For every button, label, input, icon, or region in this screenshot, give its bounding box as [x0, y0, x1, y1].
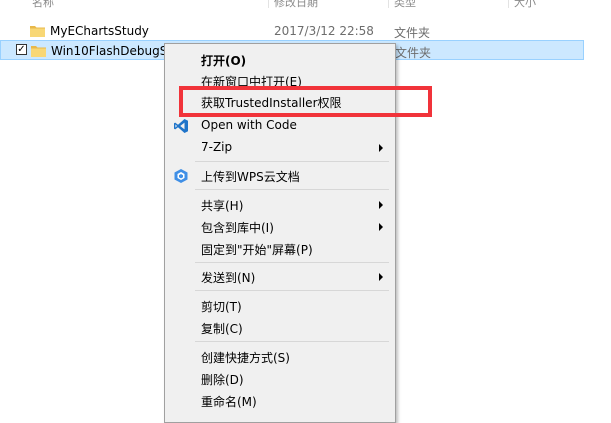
- file-name: Win10FlashDebugSe: [51, 44, 175, 58]
- menu-item-label: 创建快捷方式(S): [201, 351, 290, 365]
- file-row-myechartsstudy[interactable]: MyEChartsStudy 2017/3/12 22:58 文件夹: [0, 21, 584, 41]
- menu-item-include-library[interactable]: 包含到库中(I): [165, 217, 395, 237]
- column-divider[interactable]: [508, 0, 509, 8]
- file-type: 文件夹: [394, 26, 431, 40]
- menu-item-label: 发送到(N): [201, 271, 256, 285]
- column-modified[interactable]: 修改日期: [274, 0, 318, 8]
- vscode-icon: [174, 119, 188, 133]
- menu-item-upload-wps[interactable]: 上传到WPS云文档: [165, 166, 395, 186]
- menu-item-send-to[interactable]: 发送到(N): [165, 267, 395, 287]
- menu-divider: [195, 189, 389, 190]
- column-header: 名称 修改日期 类型 大小: [0, 0, 611, 8]
- submenu-arrow-icon: [379, 223, 383, 231]
- menu-item-pin-start[interactable]: 固定到"开始"屏幕(P): [165, 239, 395, 259]
- menu-item-label: 7-Zip: [201, 140, 233, 154]
- column-name[interactable]: 名称: [32, 0, 54, 8]
- menu-item-label: 包含到库中(I): [201, 221, 274, 235]
- menu-item-open-with-code[interactable]: Open with Code: [165, 116, 395, 136]
- menu-item-label: 删除(D): [201, 373, 244, 387]
- file-date: 2017/3/12 22:58: [274, 24, 374, 38]
- menu-item-label: 重命名(M): [201, 395, 257, 409]
- menu-item-7zip[interactable]: 7-Zip: [165, 138, 395, 158]
- menu-item-rename[interactable]: 重命名(M): [165, 391, 395, 411]
- menu-item-label: Open with Code: [201, 118, 297, 132]
- submenu-arrow-icon: [379, 201, 383, 209]
- menu-item-delete[interactable]: 删除(D): [165, 369, 395, 389]
- menu-item-cut[interactable]: 剪切(T): [165, 296, 395, 316]
- menu-item-label: 打开(O): [201, 54, 247, 68]
- column-divider[interactable]: [268, 0, 269, 8]
- menu-item-open[interactable]: 打开(O): [165, 50, 395, 70]
- menu-item-label: 复制(C): [201, 322, 243, 336]
- submenu-arrow-icon: [379, 144, 383, 152]
- file-name: MyEChartsStudy: [50, 24, 149, 38]
- submenu-arrow-icon: [379, 273, 383, 281]
- annotation-highlight-box: [179, 86, 432, 117]
- wps-cloud-icon: [174, 169, 188, 183]
- menu-item-label: 剪切(T): [201, 300, 242, 314]
- column-size[interactable]: 大小: [514, 0, 536, 8]
- menu-divider: [195, 262, 389, 263]
- folder-icon: [30, 26, 45, 37]
- menu-item-create-shortcut[interactable]: 创建快捷方式(S): [165, 347, 395, 367]
- menu-item-share[interactable]: 共享(H): [165, 195, 395, 215]
- file-type: 文件夹: [395, 46, 432, 60]
- menu-item-label: 共享(H): [201, 199, 244, 213]
- menu-divider: [195, 341, 389, 342]
- column-divider[interactable]: [388, 0, 389, 8]
- folder-icon: [31, 46, 46, 57]
- menu-item-label: 固定到"开始"屏幕(P): [201, 243, 313, 257]
- column-type[interactable]: 类型: [394, 0, 416, 8]
- menu-divider: [195, 161, 389, 162]
- menu-divider: [195, 290, 389, 291]
- menu-item-label: 上传到WPS云文档: [201, 170, 300, 184]
- menu-item-copy[interactable]: 复制(C): [165, 318, 395, 338]
- item-checkbox[interactable]: ✓: [16, 44, 27, 55]
